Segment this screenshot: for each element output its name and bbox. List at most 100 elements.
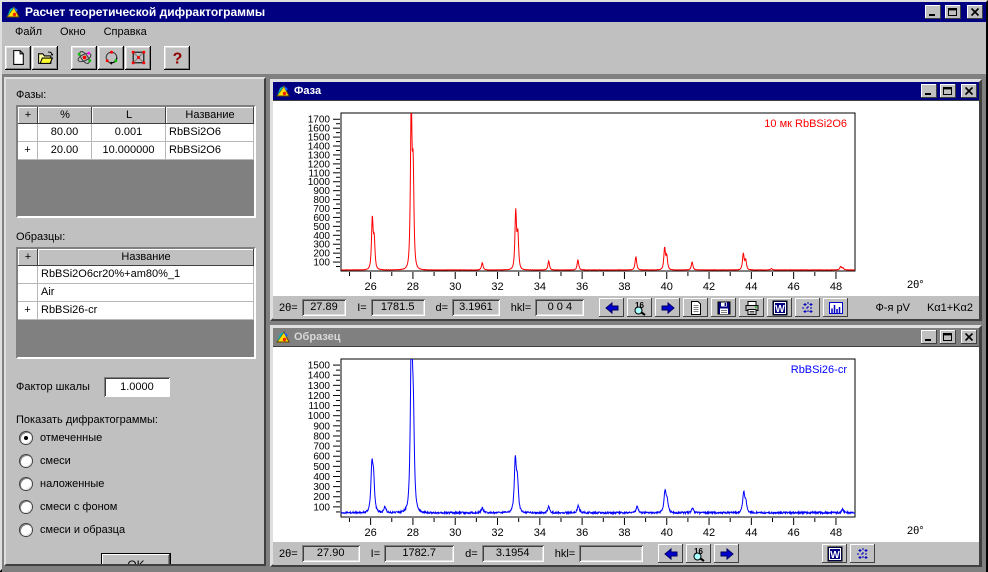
- table-cell[interactable]: [18, 266, 38, 284]
- table-cell[interactable]: 20.00: [38, 142, 92, 160]
- svg-text:2θ°: 2θ°: [907, 279, 924, 291]
- app-icon: [5, 5, 21, 19]
- show-option-1[interactable]: смеси: [20, 449, 256, 472]
- radio-icon[interactable]: [20, 478, 32, 490]
- phase-close-button[interactable]: [961, 84, 977, 98]
- sample-close-button[interactable]: [961, 330, 977, 344]
- unit-cell-button[interactable]: [125, 46, 151, 70]
- svg-text:400: 400: [313, 472, 330, 483]
- grid-toggle-button[interactable]: [850, 544, 875, 563]
- d-spacing-label: d=: [465, 548, 478, 560]
- phase-diffractogram[interactable]: 1002003004005006007008009001000110012001…: [273, 100, 979, 295]
- save-button[interactable]: [711, 298, 736, 317]
- table-cell[interactable]: RbBSi2O6: [166, 124, 254, 142]
- ok-button[interactable]: OK: [101, 553, 171, 566]
- word-export-button[interactable]: W: [822, 544, 847, 563]
- toolbar-separator: [59, 46, 71, 70]
- sample-window: Образец 10020030040050060070080090010001…: [270, 325, 982, 567]
- histogram-toggle-button[interactable]: [823, 298, 848, 317]
- sample-diffractogram[interactable]: 1002003004005006007008009001000110012001…: [273, 346, 979, 541]
- find-peak-button[interactable]: 16: [627, 298, 652, 317]
- table-cell[interactable]: +: [18, 142, 38, 160]
- minimize-button[interactable]: [925, 5, 941, 19]
- svg-text:28: 28: [407, 527, 419, 539]
- menu-item-window[interactable]: Окно: [51, 24, 95, 40]
- table-cell[interactable]: 0.001: [92, 124, 166, 142]
- show-option-4[interactable]: смеси и образца: [20, 518, 256, 541]
- radio-icon[interactable]: [20, 432, 32, 444]
- radio-label: смеси и образца: [40, 524, 125, 536]
- show-options-label: Показать дифрактограммы:: [16, 414, 256, 426]
- table-cell[interactable]: RbBSi2O6: [166, 142, 254, 160]
- main-toolbar: ?: [2, 41, 986, 75]
- print-button[interactable]: [739, 298, 764, 317]
- svg-text:?: ?: [172, 50, 182, 66]
- column-header[interactable]: Название: [166, 107, 254, 124]
- show-option-0[interactable]: отмеченные: [20, 426, 256, 449]
- open-file-button[interactable]: [32, 46, 58, 70]
- svg-text:200: 200: [313, 492, 330, 503]
- orbit-view-button[interactable]: [98, 46, 124, 70]
- atom-structure-button[interactable]: [71, 46, 97, 70]
- radio-icon[interactable]: [20, 455, 32, 467]
- svg-text:48: 48: [830, 281, 842, 293]
- table-cell[interactable]: RbBSi2O6cr20%+am80%_1: [38, 266, 254, 284]
- table-cell[interactable]: 10.000000: [92, 142, 166, 160]
- svg-text:40: 40: [661, 527, 673, 539]
- show-option-2[interactable]: наложенные: [20, 472, 256, 495]
- column-header[interactable]: Название: [38, 249, 254, 266]
- radio-icon[interactable]: [20, 524, 32, 536]
- grid-toggle-button[interactable]: [795, 298, 820, 317]
- show-option-3[interactable]: смеси с фоном: [20, 495, 256, 518]
- svg-text:1300: 1300: [308, 381, 331, 392]
- menu-item-file[interactable]: Файл: [6, 24, 51, 40]
- prev-arrow-button[interactable]: [599, 298, 624, 317]
- column-header[interactable]: L: [92, 107, 166, 124]
- control-panel: Фазы: +%LНазвание80.000.001RbBSi2O6+20.0…: [4, 77, 266, 566]
- svg-text:32: 32: [491, 281, 503, 293]
- table-cell[interactable]: +: [18, 302, 38, 320]
- svg-text:2θ°: 2θ°: [907, 525, 924, 537]
- new-document-button[interactable]: [5, 46, 31, 70]
- radio-icon[interactable]: [20, 501, 32, 513]
- maximize-button[interactable]: [945, 5, 961, 19]
- two-theta-value: 27.90: [302, 545, 360, 562]
- svg-text:36: 36: [576, 527, 588, 539]
- hkl-value: [579, 545, 643, 562]
- column-header[interactable]: %: [38, 107, 92, 124]
- table-cell[interactable]: 80.00: [38, 124, 92, 142]
- phase-statusbar: 2θ= 27.89 I= 1781.5 d= 3.1961 hkl= 0 0 4…: [273, 295, 979, 319]
- column-header[interactable]: +: [18, 249, 38, 266]
- find-peak-button[interactable]: 16: [686, 544, 711, 563]
- sample-minimize-button[interactable]: [921, 330, 937, 344]
- svg-text:500: 500: [313, 462, 330, 473]
- menu-item-help[interactable]: Справка: [95, 24, 156, 40]
- table-cell[interactable]: Air: [38, 284, 254, 302]
- table-cell[interactable]: [18, 124, 38, 142]
- table-cell[interactable]: RbBSi26-cr: [38, 302, 254, 320]
- main-titlebar: Расчет теоретической дифрактограммы: [2, 2, 986, 22]
- prev-arrow-button[interactable]: [658, 544, 683, 563]
- close-button[interactable]: [967, 5, 983, 19]
- svg-text:30: 30: [449, 527, 461, 539]
- table-empty-area: [18, 160, 254, 216]
- sample-maximize-button[interactable]: [940, 330, 956, 344]
- phase-maximize-button[interactable]: [940, 84, 956, 98]
- phases-label: Фазы:: [16, 89, 256, 101]
- help-button[interactable]: ?: [164, 46, 190, 70]
- scale-factor-row: Фактор шкалы: [16, 377, 256, 397]
- sample-statusbar: 2θ= 27.90 I= 1782.7 d= 3.1954 hkl= 16W: [273, 541, 979, 565]
- next-arrow-button[interactable]: [714, 544, 739, 563]
- next-arrow-button[interactable]: [655, 298, 680, 317]
- report-document-button[interactable]: [683, 298, 708, 317]
- samples-table: +НазваниеRbBSi2O6cr20%+am80%_1Air+RbBSi2…: [16, 247, 256, 359]
- intensity-value: 1782.7: [384, 545, 454, 562]
- scale-factor-input[interactable]: [104, 377, 170, 397]
- word-export-button[interactable]: W: [767, 298, 792, 317]
- column-header[interactable]: +: [18, 107, 38, 124]
- table-cell[interactable]: [18, 284, 38, 302]
- svg-text:1400: 1400: [308, 371, 331, 382]
- two-theta-label: 2θ=: [279, 548, 298, 560]
- phase-minimize-button[interactable]: [921, 84, 937, 98]
- svg-text:42: 42: [703, 281, 715, 293]
